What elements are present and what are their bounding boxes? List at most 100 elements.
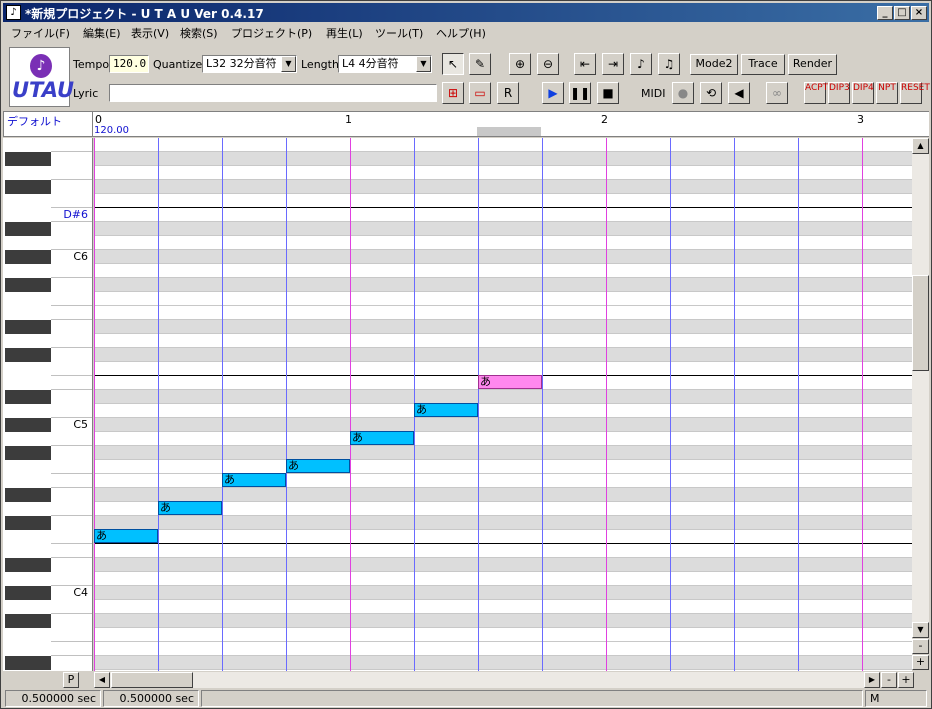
length-select[interactable]: L4 4分音符 ▼: [338, 55, 432, 73]
grid-row[interactable]: [94, 264, 912, 278]
hzoom-minus-button[interactable]: -: [881, 672, 897, 688]
grid-row[interactable]: [94, 194, 912, 208]
piano-roll-grid[interactable]: あああああああ: [94, 138, 912, 671]
pause-button[interactable]: ❚❚: [569, 82, 591, 104]
vzoom-plus-button[interactable]: +: [912, 655, 929, 670]
grid-row[interactable]: [94, 250, 912, 264]
grid-row[interactable]: [94, 390, 912, 404]
black-key[interactable]: [5, 180, 51, 194]
dip4-button[interactable]: DIP4: [852, 82, 874, 104]
grid-row[interactable]: [94, 586, 912, 600]
grid-row[interactable]: [94, 166, 912, 180]
scroll-left-icon[interactable]: ◀: [94, 672, 110, 688]
grid-row[interactable]: [94, 628, 912, 642]
black-key[interactable]: [5, 488, 51, 502]
note-block[interactable]: あ: [478, 375, 542, 389]
black-key[interactable]: [5, 278, 51, 292]
grid-row[interactable]: [94, 152, 912, 166]
grid-row[interactable]: [94, 334, 912, 348]
vzoom-minus-button[interactable]: -: [912, 639, 929, 654]
ruler-scroll-thumb[interactable]: [477, 127, 541, 136]
lengthen-note-button[interactable]: ♫: [658, 53, 680, 75]
title-bar[interactable]: ♪ *新規プロジェクト - U T A U Ver 0.4.17 _ □ ×: [3, 3, 929, 22]
black-key[interactable]: [5, 446, 51, 460]
grid-row[interactable]: [94, 278, 912, 292]
grid-row[interactable]: [94, 292, 912, 306]
black-key[interactable]: [5, 320, 51, 334]
grid-row[interactable]: [94, 418, 912, 432]
black-key[interactable]: [5, 586, 51, 600]
grid-row[interactable]: [94, 236, 912, 250]
select-tool-button[interactable]: ↖: [442, 53, 464, 75]
pencil-tool-button[interactable]: ✎: [469, 53, 491, 75]
menu-tools[interactable]: ツール(T): [375, 25, 423, 41]
replace-lyric-button[interactable]: R: [497, 82, 519, 104]
note-icon[interactable]: ♪: [6, 5, 21, 20]
midi-speaker-button[interactable]: ◀: [728, 82, 750, 104]
zoom-in-button[interactable]: ⊕: [509, 53, 531, 75]
vertical-scroll-thumb[interactable]: [912, 275, 929, 371]
grid-row[interactable]: [94, 222, 912, 236]
grid-row[interactable]: [94, 306, 912, 320]
play-button[interactable]: ▶: [542, 82, 564, 104]
midi-loop-button[interactable]: ⟲: [700, 82, 722, 104]
zoom-out-button[interactable]: ⊖: [537, 53, 559, 75]
go-start-button[interactable]: ⇤: [574, 53, 596, 75]
black-key[interactable]: [5, 250, 51, 264]
scroll-down-icon[interactable]: ▼: [912, 622, 929, 638]
menu-playback[interactable]: 再生(L): [326, 25, 363, 41]
grid-row[interactable]: [94, 600, 912, 614]
grid-row[interactable]: [94, 544, 912, 558]
mode2-button[interactable]: Mode2: [690, 54, 738, 75]
grid-row[interactable]: [94, 530, 912, 544]
tempo-field[interactable]: 120.0: [109, 55, 149, 73]
go-end-button[interactable]: ⇥: [602, 53, 624, 75]
chevron-down-icon[interactable]: ▼: [416, 56, 431, 72]
note-block[interactable]: あ: [286, 459, 350, 473]
quantize-select[interactable]: L32 32分音符 ▼: [202, 55, 297, 73]
grid-row[interactable]: [94, 558, 912, 572]
black-key[interactable]: [5, 418, 51, 432]
black-key[interactable]: [5, 348, 51, 362]
trace-button[interactable]: Trace: [741, 54, 785, 75]
scroll-right-icon[interactable]: ▶: [864, 672, 880, 688]
menu-edit[interactable]: 編集(E): [83, 25, 121, 41]
grid-row[interactable]: [94, 180, 912, 194]
grid-row[interactable]: [94, 208, 912, 222]
tempo-marker[interactable]: 120.00: [94, 125, 129, 136]
black-key[interactable]: [5, 516, 51, 530]
close-button[interactable]: ×: [911, 6, 927, 20]
grid-row[interactable]: [94, 488, 912, 502]
menu-file[interactable]: ファイル(F): [11, 25, 70, 41]
track-name[interactable]: デフォルト: [3, 111, 93, 137]
minimize-button[interactable]: _: [877, 6, 893, 20]
black-key[interactable]: [5, 390, 51, 404]
piano-keyboard[interactable]: D#6 C6 C5 C4: [3, 138, 93, 671]
note-block[interactable]: あ: [222, 473, 286, 487]
grid-row[interactable]: [94, 138, 912, 152]
black-key[interactable]: [5, 614, 51, 628]
black-key[interactable]: [5, 656, 51, 670]
menu-search[interactable]: 検索(S): [180, 25, 218, 41]
grid-row[interactable]: [94, 656, 912, 670]
dip3-button[interactable]: DIP3: [828, 82, 850, 104]
grid-row[interactable]: [94, 404, 912, 418]
horizontal-scrollbar[interactable]: ◀ ▶: [94, 672, 880, 688]
pitch-mode-button[interactable]: P: [63, 672, 79, 688]
chevron-down-icon[interactable]: ▼: [281, 56, 296, 72]
acpt-button[interactable]: ACPT: [804, 82, 828, 104]
note-block[interactable]: あ: [158, 501, 222, 515]
link-button[interactable]: ∞: [766, 82, 788, 104]
black-key[interactable]: [5, 222, 51, 236]
note-block[interactable]: あ: [350, 431, 414, 445]
grid-row[interactable]: [94, 516, 912, 530]
npt-button[interactable]: NPT: [876, 82, 898, 104]
stop-button[interactable]: ■: [597, 82, 619, 104]
apply-lyric-button[interactable]: ▭: [469, 82, 491, 104]
hzoom-plus-button[interactable]: +: [898, 672, 914, 688]
black-key[interactable]: [5, 558, 51, 572]
grid-row[interactable]: [94, 572, 912, 586]
grid-row[interactable]: [94, 362, 912, 376]
lyric-input[interactable]: [109, 84, 437, 102]
black-key[interactable]: [5, 152, 51, 166]
